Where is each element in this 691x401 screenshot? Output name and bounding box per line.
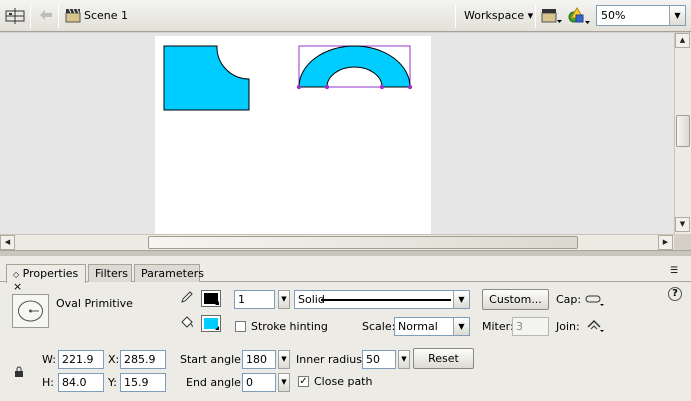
join-label: Join: [556,320,580,333]
stroke-height-dropdown-icon[interactable]: ▼ [278,290,290,309]
join-icon[interactable] [585,317,605,336]
panel-tabs: ◇ Properties × Filters Parameters ☰ [0,262,691,293]
panel-options-menu-icon[interactable]: ☰ [670,266,678,276]
properties-panel: ◇ Properties × Filters Parameters ☰ ? Ov… [0,256,691,401]
inner-radius-field[interactable]: 50 [362,350,396,369]
height-field[interactable]: 84.0 [58,373,104,392]
stroke-style-dropdown-icon[interactable]: ▼ [453,291,469,308]
lock-icon[interactable] [14,366,24,381]
end-angle-dropdown-icon[interactable]: ▼ [278,373,290,392]
start-angle-label: Start angle: [180,353,245,366]
tab-close-icon[interactable]: × [13,280,22,293]
vertical-scrollbar[interactable]: ▲ ▼ [674,33,691,234]
zoom-value: 50% [601,9,626,22]
scale-label: Scale: [362,320,396,333]
y-label: Y: [108,376,117,389]
stroke-color-swatch[interactable] [201,290,221,307]
custom-button[interactable]: Custom... [482,289,549,310]
start-angle-dropdown-icon[interactable]: ▼ [278,350,290,369]
tab-label: Properties [22,267,79,280]
horizontal-scroll-thumb[interactable] [148,236,578,249]
stage[interactable] [155,36,431,234]
scroll-down-icon[interactable]: ▼ [675,217,690,232]
selection-handle[interactable] [296,84,302,90]
panel-collapse-icon[interactable]: ◇ [13,270,19,279]
oval-primitive-icon [12,294,49,328]
stroke-style-select[interactable]: Solid ▼ [294,290,470,309]
close-path-label: Close path [314,375,373,388]
stage-area [0,33,674,234]
tab-filters[interactable]: Filters [88,264,132,282]
pencil-icon [180,290,194,307]
miter-label: Miter: [482,320,514,333]
fill-color-swatch[interactable] [201,315,221,332]
cap-label: Cap: [556,293,582,306]
vertical-scroll-thumb[interactable] [676,115,690,147]
stroke-hinting-label: Stroke hinting [251,320,328,333]
tab-properties[interactable]: ◇ Properties × [6,264,86,293]
reset-button[interactable]: Reset [413,348,474,369]
scale-select[interactable]: Normal ▼ [394,317,470,336]
scene-label: Scene 1 [84,9,129,22]
top-toolbar: Scene 1 Workspace ▾ 50% ▼ [0,0,691,32]
y-field[interactable]: 15.9 [120,373,166,392]
inner-radius-label: Inner radius: [296,353,366,366]
x-label: X: [108,353,120,366]
cap-icon[interactable] [585,293,605,310]
miter-field[interactable]: 3 [512,317,549,336]
zoom-dropdown-icon[interactable]: ▼ [669,6,685,25]
selection-handle[interactable] [324,84,330,90]
selection-handle[interactable] [407,84,413,90]
end-angle-label: End angle: [186,376,245,389]
scroll-left-icon[interactable]: ◀ [0,235,15,250]
inner-radius-dropdown-icon[interactable]: ▼ [398,350,410,369]
help-icon[interactable]: ? [668,287,682,301]
clapperboard-icon [64,6,82,24]
stroke-height-field[interactable]: 1 [234,290,275,309]
tab-parameters[interactable]: Parameters [134,264,204,282]
scale-dropdown-icon[interactable]: ▼ [453,318,469,335]
edit-scene-icon[interactable] [541,6,563,26]
scale-value: Normal [398,320,438,333]
zoom-select[interactable]: 50% ▼ [596,5,686,26]
stroke-hinting-checkbox[interactable] [235,321,246,332]
end-angle-field[interactable]: 0 [242,373,276,392]
close-path-checkbox[interactable]: ✓ [298,376,309,387]
start-angle-field[interactable]: 180 [242,350,276,369]
selection-handle[interactable] [379,84,385,90]
x-field[interactable]: 285.9 [120,350,166,369]
back-arrow-icon[interactable] [38,7,54,23]
scrollbar-corner [674,234,691,250]
width-label: W: [42,353,56,366]
scroll-right-icon[interactable]: ▶ [658,235,673,250]
tool-name: Oval Primitive [56,297,133,310]
timeline-icon[interactable] [4,5,26,27]
workspace-menu[interactable]: Workspace ▾ [464,9,533,22]
paint-bucket-icon [180,315,194,332]
width-field[interactable]: 221.9 [58,350,104,369]
tab-label: Filters [95,267,128,280]
rectangle-shape[interactable] [163,45,250,111]
edit-symbols-icon[interactable] [567,5,591,27]
horizontal-scrollbar[interactable]: ◀ ▶ [0,234,674,250]
scroll-up-icon[interactable]: ▲ [675,33,690,48]
height-label: H: [42,376,54,389]
tab-label: Parameters [141,267,204,280]
half-ring-shape[interactable] [298,45,411,88]
